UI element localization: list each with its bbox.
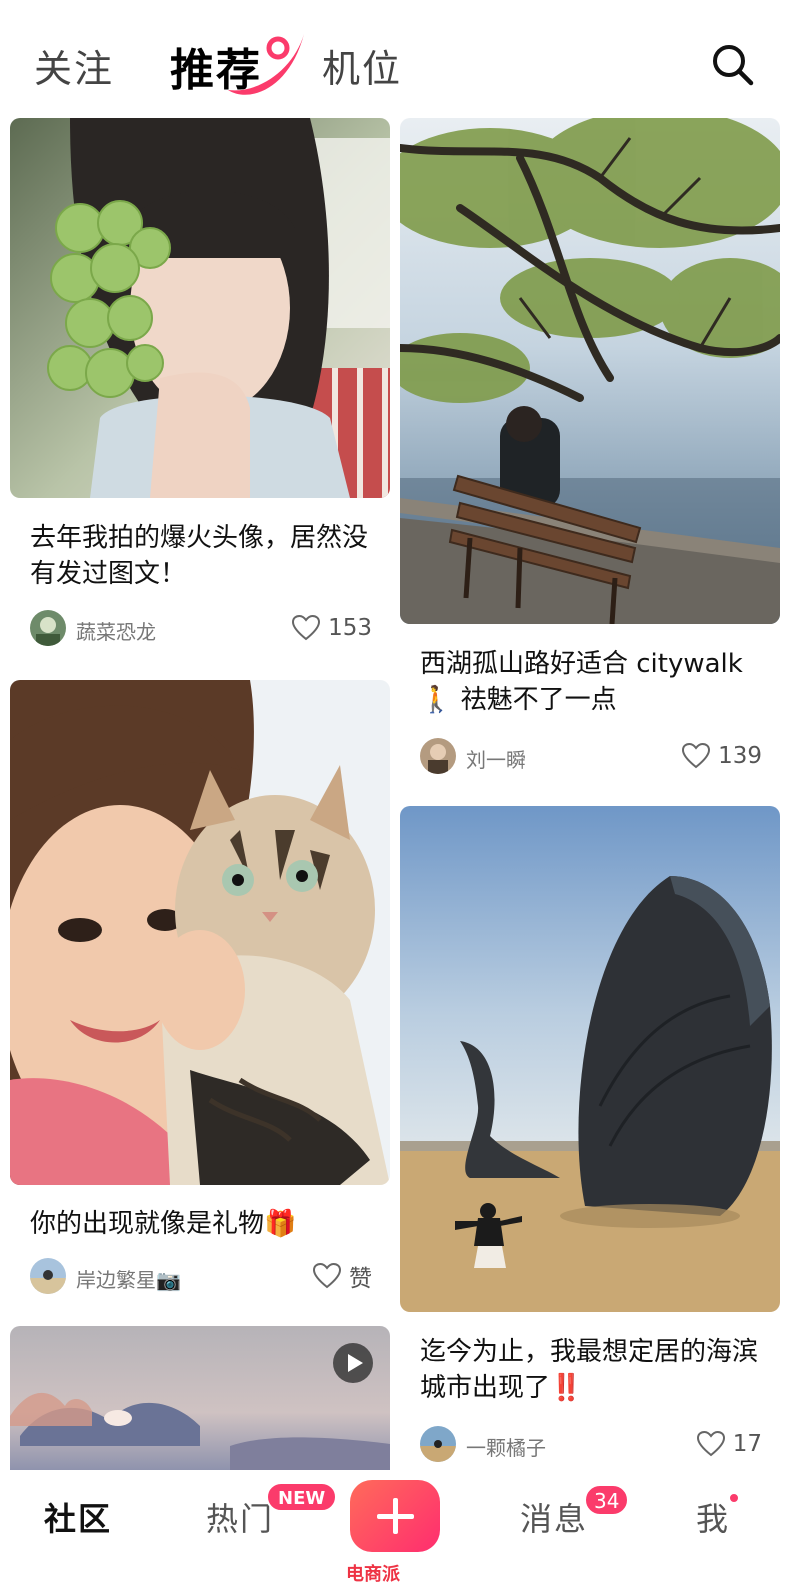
author-name[interactable]: 蔬菜恐龙 [76, 616, 156, 645]
author-name[interactable]: 岸边繁星📷 [76, 1264, 181, 1293]
bottom-tab-bar: 社区 热门 NEW 电商派 消息 34 我 [0, 1470, 800, 1586]
feed-card[interactable]: 去年我拍的爆火头像，居然没有发过图文！ 蔬菜恐龙 153 [10, 118, 390, 658]
play-icon[interactable] [332, 1342, 374, 1384]
like-button[interactable]: 17 [696, 1428, 762, 1460]
card-meta: 刘一瞬 139 [420, 738, 762, 778]
card-image-girl-kitten[interactable] [10, 680, 390, 1185]
feed-card[interactable]: 西湖孤山路好适合 citywalk 🚶 祛魅不了一点 刘一瞬 139 [400, 118, 780, 784]
heart-icon [682, 743, 711, 769]
card-meta: 一颗橘子 17 [420, 1426, 762, 1466]
card-image-whale-sculpture[interactable] [400, 806, 780, 1312]
card-title[interactable]: 迄今为止，我最想定居的海滨城市出现了‼️ [420, 1334, 764, 1406]
card-meta: 岸边繁星📷 赞 [30, 1258, 372, 1298]
search-icon[interactable] [708, 40, 756, 88]
feed-card[interactable]: 迄今为止，我最想定居的海滨城市出现了‼️ 一颗橘子 17 [400, 806, 780, 1470]
author-name[interactable]: 一颗橘子 [466, 1432, 546, 1461]
message-count-badge: 34 [584, 1484, 630, 1516]
avatar[interactable] [420, 738, 456, 774]
card-image-girl-grapes[interactable] [10, 118, 390, 498]
like-count: 139 [718, 743, 762, 769]
like-button[interactable]: 139 [682, 740, 762, 772]
plus-icon[interactable] [350, 1480, 440, 1552]
tab-camera-spots[interactable]: 机位 [322, 38, 402, 93]
avatar[interactable] [30, 610, 66, 646]
heart-icon [696, 1431, 725, 1457]
heart-icon [313, 1263, 341, 1289]
tab-follow[interactable]: 关注 [34, 38, 114, 93]
author-name[interactable]: 刘一瞬 [466, 744, 526, 773]
tab-messages[interactable]: 消息 [520, 1494, 588, 1540]
watermark: 电商派 [346, 1564, 400, 1585]
top-navigation: 关注 推荐 机位 [0, 0, 800, 120]
heart-icon [292, 615, 321, 641]
tab-community[interactable]: 社区 [44, 1494, 112, 1540]
card-title[interactable]: 你的出现就像是礼物🎁 [30, 1206, 374, 1242]
notification-dot [728, 1492, 740, 1504]
tab-recommend[interactable]: 推荐 [170, 34, 262, 98]
avatar[interactable] [30, 1258, 66, 1294]
card-title[interactable]: 去年我拍的爆火头像，居然没有发过图文！ [30, 520, 374, 592]
like-count: 17 [732, 1431, 762, 1457]
like-count: 153 [328, 615, 372, 641]
like-button[interactable]: 153 [292, 612, 372, 644]
tab-me[interactable]: 我 [696, 1494, 730, 1540]
card-meta: 蔬菜恐龙 153 [30, 610, 372, 650]
like-count: 赞 [349, 1266, 372, 1292]
feed-card-video[interactable] [10, 1326, 390, 1470]
card-image-lake-bench[interactable] [400, 118, 780, 624]
feed-card[interactable]: 你的出现就像是礼物🎁 岸边繁星📷 赞 [10, 680, 390, 1300]
card-title[interactable]: 西湖孤山路好适合 citywalk 🚶 祛魅不了一点 [420, 646, 764, 718]
like-button[interactable]: 赞 [313, 1260, 372, 1292]
new-badge: NEW [266, 1482, 338, 1512]
avatar[interactable] [420, 1426, 456, 1462]
tab-hot[interactable]: 热门 [206, 1494, 274, 1540]
